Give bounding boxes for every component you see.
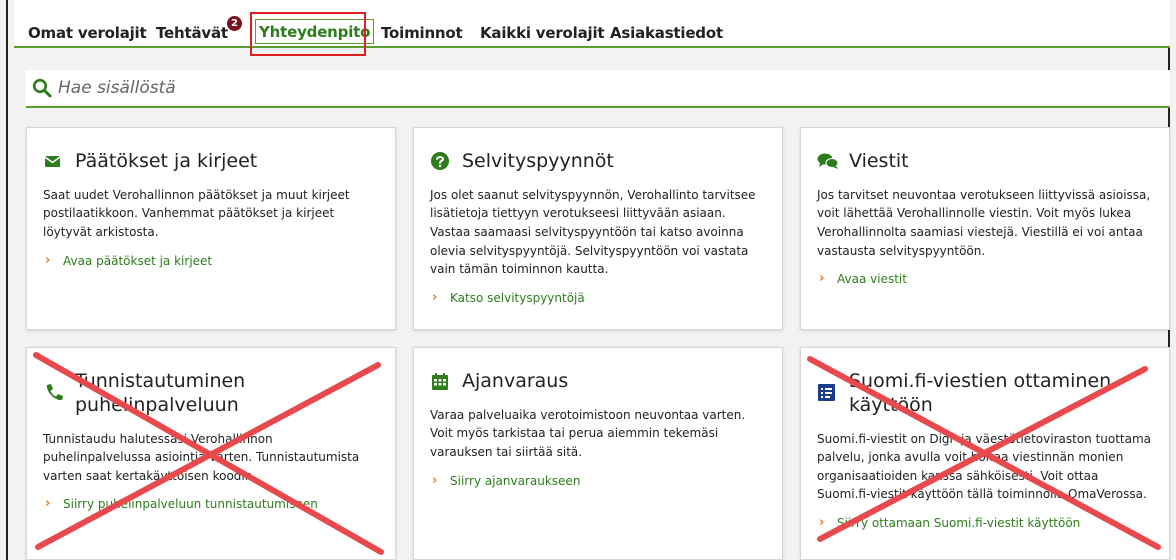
chevron-right-icon: › [45,252,51,268]
card-description: Suomi.fi-viestit on Digi- ja väestötieto… [817,431,1152,502]
message-list-icon [818,384,835,401]
card-link-label: Avaa päätökset ja kirjeet [63,253,213,268]
card-paatokset: Päätökset ja kirjeet Saat uudet Verohall… [26,127,396,330]
chevron-right-icon: › [819,514,825,530]
card-title: Selvityspyynnöt [462,150,614,172]
question-circle-icon [431,152,449,170]
card-link-suomifi-viestit[interactable]: › Siirry ottamaan Suomi.fi-viestit käytt… [817,514,1153,530]
card-description: Varaa palveluaika verotoimistoon neuvont… [430,407,746,459]
card-link-label: Siirry ajanvaraukseen [450,473,581,488]
notification-badge: 2 [226,16,242,31]
card-link-ajanvaraus[interactable]: › Siirry ajanvaraukseen [430,472,766,488]
tab-tehtavat[interactable]: Tehtävät 2 [156,16,242,42]
card-tunnistautuminen: Tunnistautuminen puhelinpalveluun Tunnis… [26,347,396,560]
chevron-right-icon: › [432,289,438,305]
card-description: Jos olet saanut selvityspyynnön, Verohal… [430,187,756,277]
search-icon[interactable] [32,78,52,98]
tab-omat-verolajit[interactable]: Omat verolajit [28,24,147,42]
card-description: Jos tarvitset neuvontaa verotukseen liit… [817,187,1151,258]
tab-asiakastiedot[interactable]: Asiakastiedot [610,24,723,42]
main-tab-bar: Omat verolajit Tehtävät 2 Yhteydenpito T… [14,0,1170,48]
card-title: Ajanvaraus [462,370,569,392]
card-suomifi-viestit: Suomi.fi-viestien ottaminen käyttöön Suo… [800,347,1170,560]
phone-icon [46,384,63,401]
tab-yhteydenpito[interactable]: Yhteydenpito [255,19,375,44]
card-ajanvaraus: Ajanvaraus Varaa palveluaika verotoimist… [413,347,783,560]
calendar-icon [432,373,448,390]
chat-bubbles-icon [817,153,839,169]
card-link-viestit[interactable]: › Avaa viestit [817,271,1153,287]
card-title: Suomi.fi-viestien ottaminen käyttöön [849,370,1112,416]
content-search-bar [26,70,1170,108]
tab-toiminnot[interactable]: Toiminnot [381,24,463,42]
card-link-paatokset[interactable]: › Avaa päätökset ja kirjeet [43,252,379,268]
card-link-label: Siirry ottamaan Suomi.fi-viestit käyttöö… [837,515,1081,530]
card-link-label: Katso selvityspyyntöjä [450,290,585,305]
card-link-tunnistautuminen[interactable]: › Siirry puhelinpalveluun tunnistautumis… [43,496,379,512]
card-link-label: Avaa viestit [837,272,907,287]
search-input[interactable] [58,72,1158,104]
card-title: Viestit [849,150,909,172]
card-title: Päätökset ja kirjeet [75,150,258,172]
tab-tehtavat-label: Tehtävät [156,24,228,42]
card-description: Tunnistaudu halutessasi Verohallinnon pu… [43,431,360,483]
card-title: Tunnistautuminen puhelinpalveluun [75,370,246,416]
card-selvityspyynnot: Selvityspyynnöt Jos olet saanut selvitys… [413,127,783,330]
card-description: Saat uudet Verohallinnon päätökset ja mu… [43,187,350,239]
card-link-selvityspyynnot[interactable]: › Katso selvityspyyntöjä [430,289,766,305]
card-viestit: Viestit Jos tarvitset neuvontaa verotuks… [800,127,1170,330]
chevron-right-icon: › [45,496,51,512]
tab-kaikki-verolajit[interactable]: Kaikki verolajit [480,24,605,42]
envelope-icon [44,156,61,167]
window-frame-left [6,0,8,560]
chevron-right-icon: › [819,271,825,287]
card-link-label: Siirry puhelinpalveluun tunnistautumisee… [63,497,318,512]
chevron-right-icon: › [432,472,438,488]
